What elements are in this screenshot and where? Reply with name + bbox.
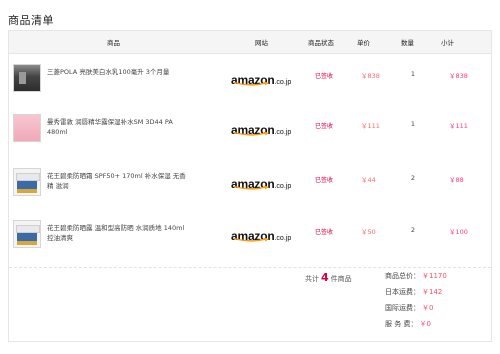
amazon-logo[interactable]: amazon.co.jp <box>231 69 292 87</box>
shipping-fee-label: 日本运费： <box>385 288 420 296</box>
product-name[interactable]: 曼秀雷敦 润唇精华露保湿补水SM 3D44 PA 480ml <box>47 117 187 137</box>
quantity: 2 <box>410 174 416 182</box>
status-badge: 已签收 <box>315 73 334 80</box>
quantity: 1 <box>410 70 416 78</box>
goods-total: 商品总价： ￥1170 <box>385 271 447 281</box>
status-badge: 已签收 <box>315 229 334 236</box>
header-price: 单价 <box>357 39 370 47</box>
subtotal: ￥88 <box>449 176 464 184</box>
table-row: 花王碧柔防晒露 温和型高防晒 水润质地 140ml 控油清爽 amazon.co… <box>9 211 491 261</box>
goods-total-label: 商品总价： <box>385 272 420 280</box>
status-badge: 已签收 <box>315 177 334 184</box>
service-fee: 服 务 费： ￥0 <box>385 319 431 329</box>
shop-domain: .co.jp <box>274 129 292 136</box>
shipping-fee: 日本运费： ￥142 <box>385 287 442 297</box>
header-product: 商品 <box>107 39 120 47</box>
table-header: 商品 网站 商品状态 单价 数量 小计 <box>9 31 491 54</box>
product-name[interactable]: 三菱POLA 亮肤美白水乳100毫升 3个月量 <box>47 67 187 77</box>
divider <box>9 267 491 269</box>
goods-total-value: ￥1170 <box>422 272 447 280</box>
unit-price: ￥111 <box>361 122 380 130</box>
subtotal: ￥838 <box>449 72 468 80</box>
amazon-smile-icon <box>233 132 269 136</box>
table-row: 花王碧柔防晒霜 SPF50+ 170ml 补水保湿 无香精 滋润 amazon.… <box>9 159 491 209</box>
unit-price: ￥50 <box>361 228 376 236</box>
item-count-suffix: 件商品 <box>330 275 352 283</box>
amazon-smile-icon <box>233 82 269 86</box>
subtotal: ￥100 <box>449 228 468 236</box>
product-thumbnail[interactable] <box>13 64 41 92</box>
international-fee: 国际运费： ￥0 <box>385 303 433 313</box>
table-row: 曼秀雷敦 润唇精华露保湿补水SM 3D44 PA 480ml amazon.co… <box>9 105 491 155</box>
item-count: 共计 4 件商品 <box>305 271 352 284</box>
header-shop: 网站 <box>255 39 268 47</box>
product-thumbnail[interactable] <box>13 114 41 142</box>
quantity: 2 <box>410 226 416 234</box>
order-list: 商品 网站 商品状态 单价 数量 小计 三菱POLA 亮肤美白水乳100毫升 3… <box>8 30 492 342</box>
product-thumbnail[interactable] <box>13 168 41 196</box>
status-badge: 已签收 <box>315 123 334 130</box>
shop-domain: .co.jp <box>274 79 292 86</box>
service-fee-label: 服 务 费： <box>385 320 418 328</box>
amazon-smile-icon <box>233 186 269 190</box>
page-title: 商品清单 <box>8 14 54 27</box>
international-fee-label: 国际运费： <box>385 304 420 312</box>
product-name[interactable]: 花王碧柔防晒露 温和型高防晒 水润质地 140ml 控油清爽 <box>47 223 187 243</box>
table-row: 三菱POLA 亮肤美白水乳100毫升 3个月量 amazon.co.jp 已签收… <box>9 55 491 105</box>
amazon-smile-icon <box>233 238 269 242</box>
unit-price: ￥838 <box>361 72 380 80</box>
shop-domain: .co.jp <box>274 235 292 242</box>
amazon-logo[interactable]: amazon.co.jp <box>231 119 292 137</box>
subtotal: ￥111 <box>449 122 468 130</box>
product-thumbnail[interactable] <box>13 220 41 248</box>
unit-price: ￥44 <box>361 176 376 184</box>
header-subtotal: 小计 <box>441 39 454 47</box>
service-fee-value: ￥0 <box>419 320 431 328</box>
item-count-number: 4 <box>321 271 329 284</box>
shop-domain: .co.jp <box>274 183 292 190</box>
item-count-prefix: 共计 <box>305 275 319 283</box>
amazon-logo[interactable]: amazon.co.jp <box>231 173 292 191</box>
shipping-fee-value: ￥142 <box>422 288 443 296</box>
header-qty: 数量 <box>401 39 414 47</box>
quantity: 1 <box>410 120 416 128</box>
amazon-logo[interactable]: amazon.co.jp <box>231 225 292 243</box>
header-status: 商品状态 <box>308 39 334 47</box>
international-fee-value: ￥0 <box>422 304 434 312</box>
product-name[interactable]: 花王碧柔防晒霜 SPF50+ 170ml 补水保湿 无香精 滋润 <box>47 171 187 191</box>
